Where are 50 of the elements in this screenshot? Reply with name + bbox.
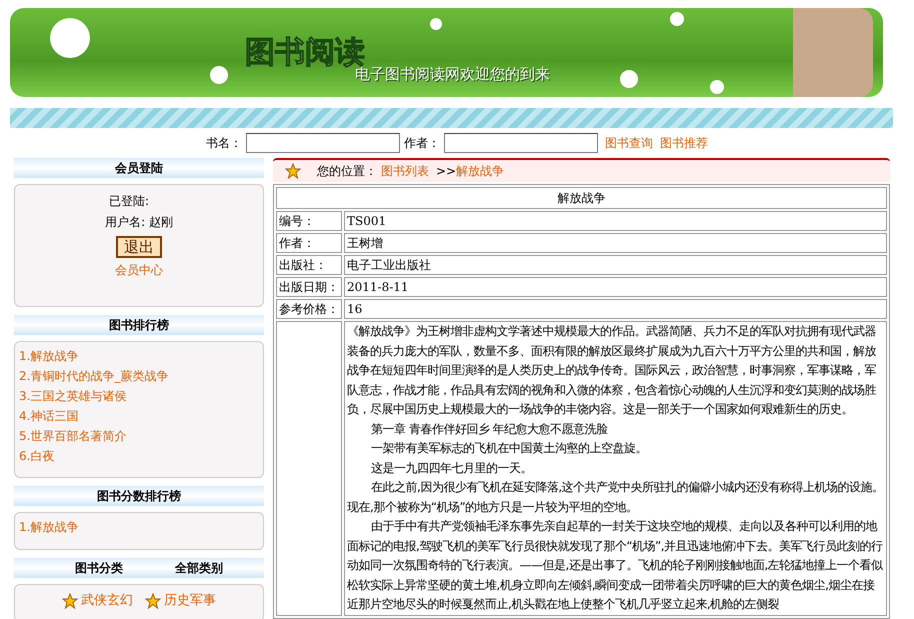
username-text: 用户名: 赵刚: [105, 214, 173, 231]
panel-heading: 全部类别: [175, 560, 223, 577]
table-cell: 出版日期：: [276, 277, 342, 297]
input-field[interactable]: [246, 133, 400, 153]
panel-heading: 图书排行榜: [14, 315, 264, 335]
search-link[interactable]: 图书推荐: [660, 134, 708, 152]
description-paragraph: 《解放战争》为王树增非虚构文学著述中规模最大的作品。武器简陋、兵力不足的军队对抗拥有现代武器装备的兵力庞大的军队，数量不多、面积有限的解放区最终扩展成为九百六十万平方公里的共和国，解放战争在短短四年时间里演绎的是人类历史上的战争传奇。国际风云，政治智慧，时事洞察，军事谋略，军队意志，作战才能，作品具有宏阔的视角和入微的体察，包含着惊心动魄的人生沉浮和变幻莫测的战场胜负，尽展中国历史上规模最大的一场战争的丰饶内容。这是一部关于一个国家如何艰难新生的历史。: [347, 323, 878, 418]
table-cell: 2011-8-11: [344, 277, 887, 297]
banner-title: 图书阅读: [245, 38, 365, 68]
table-cell: 编号：: [276, 211, 342, 231]
book-link[interactable]: 4.神话三国: [19, 409, 78, 423]
table-cell: 王树增: [344, 233, 887, 253]
field-label: 书名：: [206, 135, 242, 152]
category-link[interactable]: 历史军事: [164, 591, 216, 610]
banner-subtitle: 电子图书阅读网欢迎您的到来: [355, 65, 550, 86]
login-status: 已登陆:: [108, 193, 150, 210]
field-label: 作者：: [404, 135, 440, 152]
panel-heading: 图书分类: [75, 560, 123, 577]
book-link[interactable]: 2.青铜时代的战争_蕨类战争: [19, 369, 168, 383]
search-link[interactable]: 图书查询: [605, 134, 653, 152]
panel-heading: 图书分数排行榜: [14, 486, 264, 506]
category-link[interactable]: 武侠玄幻: [81, 591, 133, 610]
book-link[interactable]: 6.白夜: [19, 449, 54, 463]
description-paragraph: 第一章 青春作伴好回乡 年纪愈大愈不愿意洗脸: [370, 420, 609, 438]
breadcrumb-link[interactable]: 图书列表: [381, 162, 429, 180]
description-paragraph: 一架带有美军标志的飞机在中国黄土沟壑的上空盘旋。: [370, 440, 648, 457]
star-icon: [145, 592, 161, 609]
book-link[interactable]: 3.三国之英雄与诸侯: [19, 389, 126, 403]
book-link[interactable]: 1.解放战争: [19, 349, 78, 363]
table-title-cell: 解放战争: [276, 187, 887, 209]
table-cell: 16: [344, 299, 887, 319]
description-paragraph: 在此之前,因为很少有飞机在延安降落,这个共产党中央所驻扎的偏僻小城内还没有称得上机场的设施。现在,那个被称为“机场”的地方只是一片较为平坦的空地。: [347, 479, 884, 516]
book-link[interactable]: 5.世界百部名著简介: [19, 429, 126, 443]
table-cell: 参考价格：: [276, 299, 342, 319]
member-center-link[interactable]: 会员中心: [115, 261, 163, 279]
book-link[interactable]: 1.解放战争: [19, 520, 78, 534]
panel-heading: 会员登陆: [14, 158, 264, 178]
table-cell: 电子工业出版社: [344, 255, 887, 275]
star-icon: [285, 163, 301, 179]
table-cell: 作者：: [276, 233, 342, 253]
logout-button[interactable]: 退出: [116, 236, 162, 258]
input-field[interactable]: [444, 133, 598, 153]
star-icon: [62, 592, 78, 609]
table-cell: TS001: [344, 211, 887, 231]
breadcrumb-separator: >>: [436, 163, 456, 180]
description-paragraph: 这是一九四四年七月里的一天。: [370, 460, 533, 476]
table-cell: 出版社：: [276, 255, 342, 275]
description-paragraph: 由于手中有共产党领袖毛泽东事先亲自起草的一封关于这块空地的规模、走向以及各种可以利用的地面标记的电报,驾驶飞机的美军飞行员很快就发现了那个“机场”,并且迅速地俯冲下去。美军飞行员此刻的行动如同一次氛围奇特的飞行表演。——但是,还是出事了。飞机的轮子刚刚接触地面,左轮猛地撞上一个看似松软实际上异常坚硬的黄土堆,机身立即向左倾斜,瞬间变成一团带着尖厉呼啸的巨大的黄色烟尘,烟尘在接近那片空地尽头的时候戛然而止,机头戳在地上使整个飞机几乎竖立起来,机舱的左侧裂: [347, 518, 884, 613]
breadcrumb-link[interactable]: 解放战争: [456, 162, 504, 180]
breadcrumb-label: 您的位置：: [317, 163, 377, 180]
